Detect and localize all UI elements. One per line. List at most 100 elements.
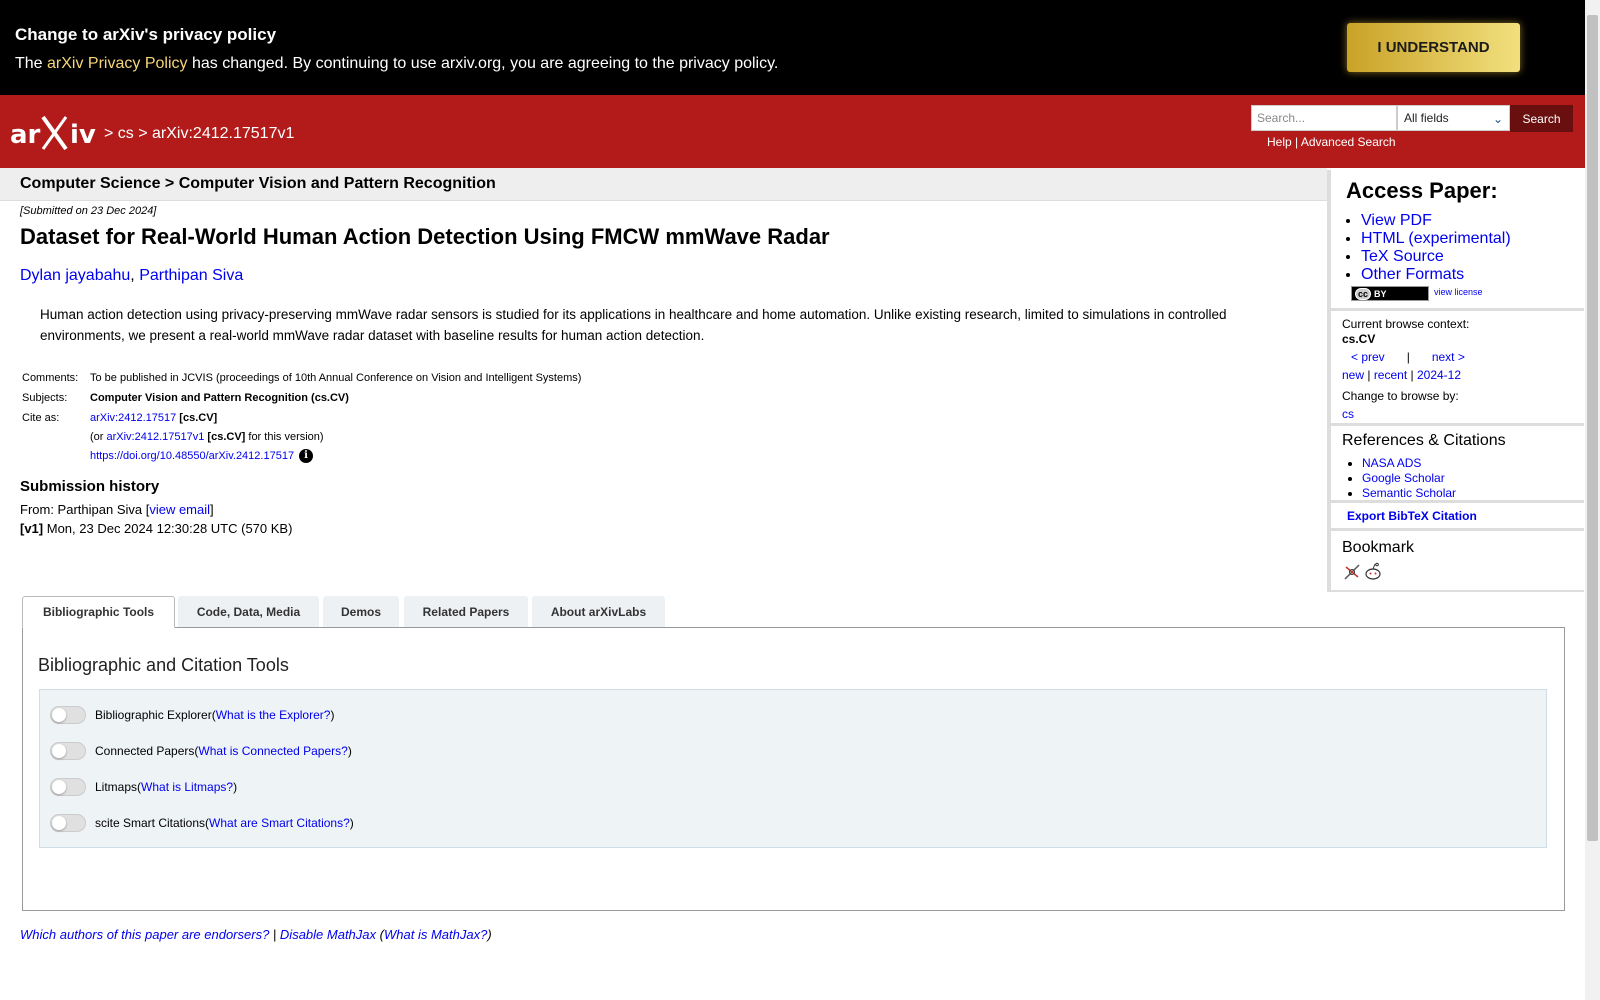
subjects-value: Computer Vision and Pattern Recognition …	[90, 392, 349, 404]
author-link[interactable]: Dylan jayabahu	[20, 267, 130, 284]
cite-row: Cite as: arXiv:2412.17517 [cs.CV]	[22, 412, 218, 424]
bibsonomy-icon[interactable]	[1343, 563, 1361, 581]
arxiv-logo[interactable]: ar iv	[10, 113, 100, 153]
references-list: NASA ADS Google Scholar Semantic Scholar	[1342, 456, 1456, 501]
html-link[interactable]: HTML (experimental)	[1361, 230, 1511, 247]
help-link[interactable]: Help	[1267, 135, 1292, 149]
recent-link[interactable]: recent	[1374, 368, 1407, 382]
search-button[interactable]: Search	[1510, 105, 1573, 132]
tool-row-connected-papers: Connected Papers (What is Connected Pape…	[50, 742, 352, 760]
semantic-scholar-link[interactable]: Semantic Scholar	[1362, 486, 1456, 500]
footer-links: Which authors of this paper are endorser…	[20, 927, 492, 942]
tab-demos[interactable]: Demos	[323, 596, 399, 628]
browse-context-value: cs.CV	[1342, 332, 1376, 346]
paper-title: Dataset for Real-World Human Action Dete…	[20, 224, 830, 249]
cite-id-link[interactable]: arXiv:2412.17517	[90, 412, 176, 424]
access-paper-box: Access Paper: View PDF HTML (experimenta…	[1331, 170, 1584, 308]
new-link[interactable]: new	[1342, 368, 1364, 382]
tool-row-litmaps: Litmaps (What is Litmaps?)	[50, 778, 237, 796]
access-links: View PDF HTML (experimental) TeX Source …	[1346, 212, 1511, 284]
view-license-link[interactable]: view license	[1434, 287, 1483, 297]
search-input[interactable]: Search...	[1251, 105, 1397, 131]
comments-row: Comments: To be published in JCVIS (proc…	[22, 372, 722, 386]
bookmark-title: Bookmark	[1342, 539, 1415, 556]
explorer-toggle[interactable]	[50, 706, 86, 724]
what-is-connected-papers-link[interactable]: What is Connected Papers?	[198, 744, 347, 758]
info-icon[interactable]: i	[299, 449, 314, 463]
tab-about-arxivlabs[interactable]: About arXivLabs	[532, 596, 665, 628]
view-email-link[interactable]: view email	[149, 502, 210, 517]
doi-link[interactable]: https://doi.org/10.48550/arXiv.2412.1751…	[90, 450, 294, 462]
breadcrumb: > cs > arXiv:2412.17517v1	[104, 125, 295, 142]
submission-from: From: Parthipan Siva [view email]	[20, 502, 214, 517]
what-is-explorer-link[interactable]: What is the Explorer?	[216, 708, 331, 722]
sidebar: Access Paper: View PDF HTML (experimenta…	[1327, 170, 1584, 592]
what-is-litmaps-link[interactable]: What is Litmaps?	[141, 780, 233, 794]
comments-value: To be published in JCVIS (proceedings of…	[90, 372, 582, 384]
view-pdf-link[interactable]: View PDF	[1361, 212, 1432, 229]
google-scholar-link[interactable]: Google Scholar	[1362, 471, 1445, 485]
other-formats-link[interactable]: Other Formats	[1361, 266, 1464, 283]
tex-source-link[interactable]: TeX Source	[1361, 248, 1444, 265]
tab-bibliographic-tools[interactable]: Bibliographic Tools	[22, 596, 175, 628]
nasa-ads-link[interactable]: NASA ADS	[1362, 456, 1421, 470]
scite-toggle[interactable]	[50, 814, 86, 832]
prev-link[interactable]: < prev	[1351, 350, 1385, 364]
litmaps-toggle[interactable]	[50, 778, 86, 796]
browse-nav: < prev | next >	[1351, 350, 1465, 364]
references-title: References & Citations	[1342, 432, 1506, 449]
banner-title: Change to arXiv's privacy policy	[15, 25, 277, 44]
tab-related-papers[interactable]: Related Papers	[404, 596, 528, 628]
reddit-icon[interactable]	[1363, 562, 1383, 582]
bookmark-box: Bookmark	[1331, 531, 1584, 590]
privacy-banner: Change to arXiv's privacy policy The arX…	[0, 0, 1585, 95]
submission-date: [Submitted on 23 Dec 2024]	[20, 205, 157, 217]
authors: Dylan jayabahu, Parthipan Siva	[20, 267, 244, 284]
browse-lists: new | recent | 2024-12	[1342, 368, 1462, 382]
cite-version-link[interactable]: arXiv:2412.17517v1	[107, 431, 205, 443]
references-box: References & Citations NASA ADS Google S…	[1331, 426, 1584, 500]
tool-row-explorer: Bibliographic Explorer (What is the Expl…	[50, 706, 334, 724]
next-link[interactable]: next >	[1432, 350, 1465, 364]
cite-version-row: (or arXiv:2412.17517v1 [cs.CV] for this …	[90, 431, 324, 443]
search-field-select[interactable]: All fields ⌄	[1397, 105, 1510, 131]
i-understand-button[interactable]: I UNDERSTAND	[1347, 23, 1520, 72]
site-header: ar iv > cs > arXiv:2412.17517v1 Search..…	[0, 95, 1585, 168]
page-scrollbar[interactable]	[1585, 0, 1600, 1000]
what-is-mathjax-link[interactable]: What is MathJax?	[384, 927, 487, 942]
browse-context-box: Current browse context: cs.CV < prev | nex…	[1331, 311, 1584, 423]
export-box: Export BibTeX Citation	[1331, 503, 1584, 528]
month-link[interactable]: 2024-12	[1417, 368, 1461, 382]
help-links: Help | Advanced Search	[1267, 135, 1396, 149]
subjects-row: Subjects: Computer Vision and Pattern Re…	[22, 392, 722, 406]
cc-by-license-badge[interactable]: cc BY	[1351, 286, 1429, 301]
doi-row: https://doi.org/10.48550/arXiv.2412.1751…	[22, 449, 722, 465]
privacy-policy-link[interactable]: arXiv Privacy Policy	[47, 55, 187, 72]
category-title: Computer Science > Computer Vision and P…	[20, 175, 496, 192]
browse-context-label: Current browse context:	[1342, 317, 1470, 331]
chevron-down-icon: ⌄	[1492, 112, 1503, 126]
breadcrumb-cs[interactable]: cs	[118, 125, 134, 142]
browse-cs-link[interactable]: cs	[1342, 407, 1354, 421]
banner-text: The arXiv Privacy Policy has changed. By…	[15, 55, 779, 72]
export-bibtex-link[interactable]: Export BibTeX Citation	[1347, 509, 1477, 523]
tool-row-scite: scite Smart Citations (What are Smart Ci…	[50, 814, 354, 832]
submission-history-title: Submission history	[20, 478, 160, 495]
subjects-label: Subjects:	[22, 392, 68, 404]
advanced-search-link[interactable]: Advanced Search	[1301, 135, 1396, 149]
tab-code-data-media[interactable]: Code, Data, Media	[178, 596, 319, 628]
version-v1: [v1] Mon, 23 Dec 2024 12:30:28 UTC (570 …	[20, 521, 293, 536]
comments-label: Comments:	[22, 372, 79, 384]
disable-mathjax-link[interactable]: Disable MathJax	[280, 927, 376, 942]
author-link[interactable]: Parthipan Siva	[139, 267, 243, 284]
change-browse-label: Change to browse by:	[1342, 389, 1459, 403]
endorsers-link[interactable]: Which authors of this paper are endorser…	[20, 927, 269, 942]
connected-papers-toggle[interactable]	[50, 742, 86, 760]
access-paper-title: Access Paper:	[1346, 178, 1498, 203]
abstract: Human action detection using privacy-pre…	[40, 307, 1227, 343]
scrollbar-thumb[interactable]	[1587, 15, 1598, 841]
what-are-smart-citations-link[interactable]: What are Smart Citations?	[209, 816, 350, 830]
browse-cs: cs	[1342, 407, 1354, 421]
panel-title: Bibliographic and Citation Tools	[38, 655, 289, 675]
breadcrumb-paper-id: arXiv:2412.17517v1	[152, 125, 295, 142]
